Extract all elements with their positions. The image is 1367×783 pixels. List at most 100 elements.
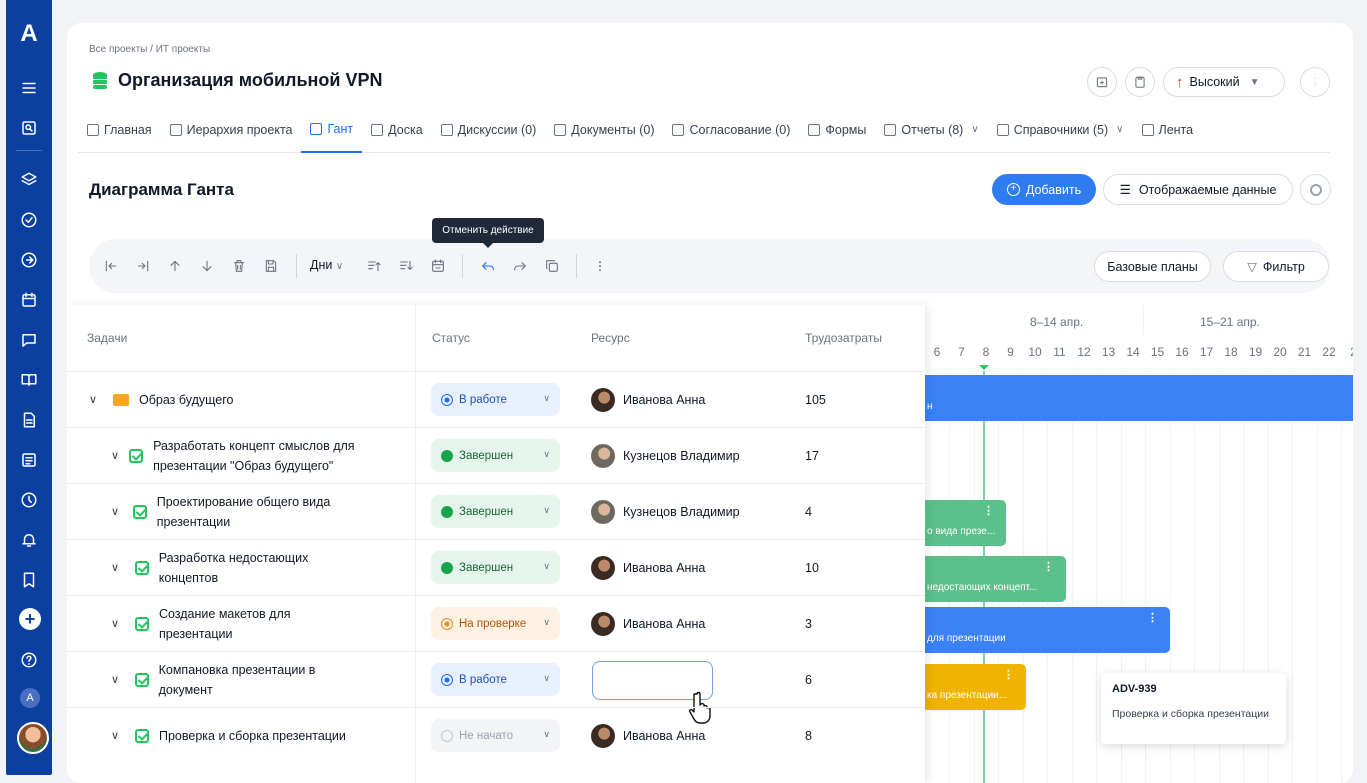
priority-select[interactable]: ↑ Высокий ▼ [1163,67,1285,97]
more-button[interactable] [1300,67,1330,97]
tab-1[interactable]: Иерархия проекта [161,107,302,153]
table-row[interactable]: ∨ Разработка недостающих концептов Заверше… [67,539,925,595]
expand-right-icon[interactable] [133,256,153,276]
arrow-up-icon[interactable] [165,256,185,276]
tab-7[interactable]: Формы [799,107,875,153]
sort-asc-icon[interactable] [364,256,384,276]
bookmark-icon[interactable] [19,570,39,590]
status-select[interactable]: Не начато ∨ [431,719,560,752]
resource-cell[interactable]: Кузнецов Владимир [591,428,740,484]
workspace-badge[interactable]: A [20,688,40,708]
app-logo[interactable]: A [6,14,52,54]
menu-icon[interactable] [19,78,39,98]
bell-icon[interactable] [19,530,39,550]
gantt-bar[interactable]: ⋮ недостающих концепт... [925,556,1066,602]
create-button[interactable]: + [19,608,41,630]
bar-menu-icon[interactable]: ⋮ [1003,668,1014,681]
undo-icon[interactable] [478,256,498,276]
add-button[interactable]: + Добавить [992,174,1096,205]
column-header-tasks[interactable]: Задачи [87,305,127,371]
column-header-resource[interactable]: Ресурс [591,305,630,371]
status-select[interactable]: В работе ∨ [431,383,560,416]
tab-10[interactable]: Лента [1133,107,1203,153]
tab-9[interactable]: Справочники (5) ∨ [988,107,1133,153]
task-name-cell[interactable]: ∨ Проектирование общего вида презентации [111,484,367,540]
tab-4[interactable]: Дискуссии (0) [432,107,546,153]
effort-cell[interactable]: 4 [805,484,812,540]
resource-cell[interactable]: Кузнецов Владимир [591,484,740,540]
chevron-down-icon[interactable]: ∨ [111,726,125,746]
table-row[interactable]: ∨ Разработать концепт смыслов для презент… [67,427,925,483]
effort-cell[interactable]: 10 [805,540,819,596]
clock-icon[interactable] [19,490,39,510]
collapse-left-icon[interactable] [101,256,121,276]
news-icon[interactable] [19,450,39,470]
calendar-add-button[interactable] [1087,67,1117,97]
trash-icon[interactable] [229,256,249,276]
chat-icon[interactable] [19,330,39,350]
filter-button[interactable]: ▽ Фильтр [1223,251,1329,282]
user-avatar[interactable] [17,722,49,754]
resource-cell[interactable]: Иванова Анна [591,596,705,652]
chevron-down-icon[interactable]: ∨ [111,670,125,690]
layers-icon[interactable] [19,170,39,190]
bar-menu-icon[interactable]: ⋮ [1043,560,1054,573]
resource-cell[interactable]: Иванова Анна [591,372,705,428]
tab-2[interactable]: Гант [301,107,363,153]
calendar-check-icon[interactable] [428,256,448,276]
check-circle-icon[interactable] [19,210,39,230]
column-header-status[interactable]: Статус [432,305,470,371]
column-header-effort[interactable]: Трудозатраты [805,305,882,371]
chevron-down-icon[interactable]: ∨ [89,390,103,410]
effort-cell[interactable]: 105 [805,372,826,428]
baselines-button[interactable]: Базовые планы [1094,251,1211,282]
effort-cell[interactable]: 6 [805,652,812,708]
task-name-cell[interactable]: ∨ Компановка презентации в документ [111,652,367,708]
resource-cell[interactable]: Иванова Анна [591,540,705,596]
clipboard-button[interactable] [1125,67,1155,97]
effort-cell[interactable]: 3 [805,596,812,652]
breadcrumb[interactable]: Все проекты / ИТ проекты [89,44,210,55]
status-select[interactable]: На проверке ∨ [431,607,560,640]
gantt-bar[interactable]: ⋮ для презентации [925,607,1170,653]
table-row[interactable]: ∨ Проектирование общего вида презентации З… [67,483,925,539]
gantt-bar[interactable]: ⋮ о вида презе... [925,500,1006,546]
display-data-button[interactable]: ☰ Отображаемые данные [1103,174,1293,205]
status-select[interactable]: Завершен ∨ [431,495,560,528]
tab-6[interactable]: Согласование (0) [663,107,799,153]
arrow-circle-icon[interactable] [19,250,39,270]
calendar-icon[interactable] [19,290,39,310]
bar-menu-icon[interactable]: ⋮ [983,504,994,517]
tab-8[interactable]: Отчеты (8) ∨ [875,107,987,153]
tab-3[interactable]: Доска [362,107,432,153]
chevron-down-icon[interactable]: ∨ [111,446,119,466]
status-select[interactable]: Завершен ∨ [431,439,560,472]
status-select[interactable]: В работе ∨ [431,663,560,696]
scale-select[interactable]: Дни ∨ [310,258,343,272]
status-select[interactable]: Завершен ∨ [431,551,560,584]
task-name-cell[interactable]: ∨ Образ будущего [89,372,367,428]
chevron-down-icon[interactable]: ∨ [111,502,123,522]
gantt-bar[interactable]: ⋮ ка презентации... [925,664,1026,710]
table-row[interactable]: ∨ Создание макетов для презентации На пров… [67,595,925,651]
table-row[interactable]: ∨ Проверка и сборка презентации Не начато ∨… [67,707,925,763]
task-name-cell[interactable]: ∨ Разработать концепт смыслов для презент… [111,428,367,484]
table-row[interactable]: ∨ Образ будущего В работе ∨ Иванова Анна 105 [67,371,925,427]
book-icon[interactable] [19,370,39,390]
bar-menu-icon[interactable]: ⋮ [1147,611,1158,624]
save-icon[interactable] [261,256,281,276]
resource-cell[interactable]: Иванова Анна [591,708,705,764]
arrow-down-icon[interactable] [197,256,217,276]
sort-desc-icon[interactable] [396,256,416,276]
table-row[interactable]: ∨ Компановка презентации в документ В рабо… [67,651,925,724]
copy-icon[interactable] [542,256,562,276]
more-vertical-icon[interactable] [590,256,610,276]
settings-button[interactable] [1300,174,1331,205]
tab-5[interactable]: Документы (0) [545,107,663,153]
search-icon[interactable] [19,118,39,138]
task-name-cell[interactable]: ∨ Создание макетов для презентации [111,596,367,652]
gantt-bar[interactable]: н [925,375,1353,421]
effort-cell[interactable]: 17 [805,428,819,484]
effort-cell[interactable]: 8 [805,708,812,764]
help-icon[interactable] [19,650,39,670]
